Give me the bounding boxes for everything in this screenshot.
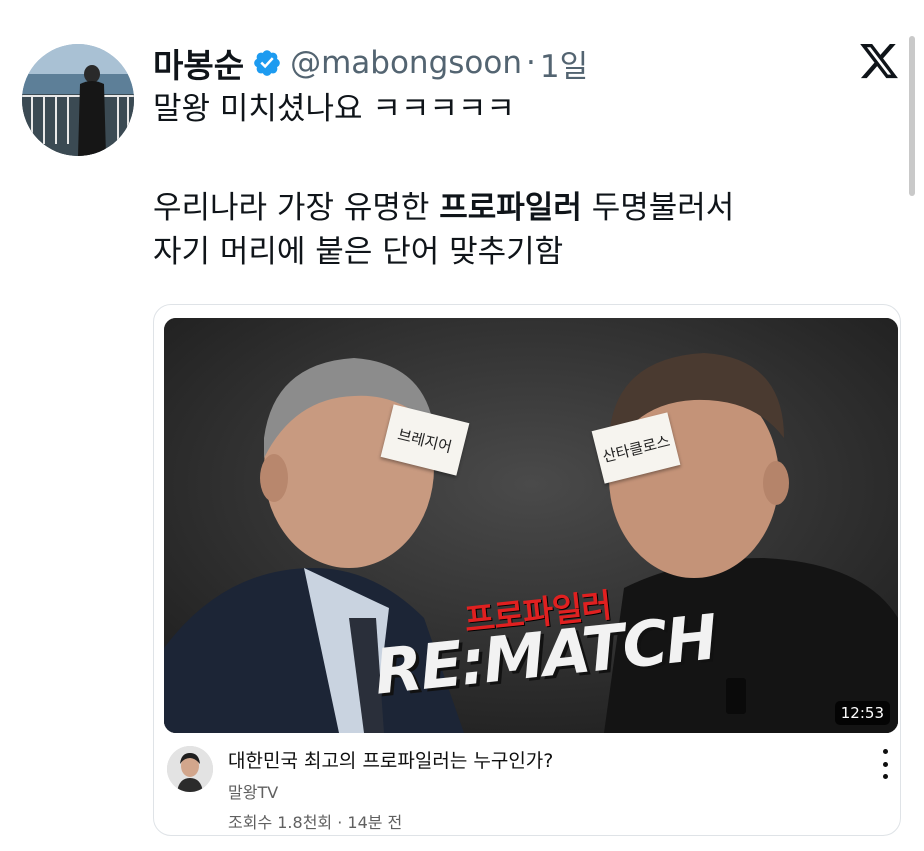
tweet-header: 마봉순 @mabongsoon · 1일 [153,40,588,86]
tweet-text-plain-2: 두명불러서 [581,190,735,226]
tweet-text-bold: 프로파일러 [439,190,582,226]
video-duration: 12:53 [834,701,890,725]
separator-dot: · [526,45,536,81]
tweet-text-plain: 우리나라 가장 유명한 [153,190,440,226]
kebab-dot [882,761,888,767]
x-logo-icon[interactable] [858,40,900,82]
scrollbar[interactable] [909,36,915,196]
tweet-text-line2: 우리나라 가장 유명한 프로파일러 두명불러서 [153,188,734,228]
tweet-text-line3: 자기 머리에 붙은 단어 맞추기함 [153,234,564,270]
video-title[interactable]: 대한민국 최고의 프로파일러는 누구인가? [228,746,553,773]
kebab-dot [882,749,888,754]
tweet-timestamp[interactable]: 1일 [540,41,588,86]
kebab-dot [882,774,888,779]
avatar-image [22,44,134,156]
author-name[interactable]: 마봉순 [153,39,244,87]
channel-avatar[interactable] [167,746,213,792]
youtube-card[interactable]: 브레지어 산타클로스 프로파일러 RE:MATCH 12:53 대한민국 최고의… [153,304,901,836]
video-meta: 조회수 1.8천회 · 14분 전 [228,813,403,832]
channel-avatar-image [167,746,213,792]
tweet-text-line1: 말왕 미치셨나요 ㅋㅋㅋㅋㅋ [153,91,515,127]
verified-badge-icon [254,50,280,76]
more-vertical-icon[interactable] [876,749,894,779]
author-handle[interactable]: @mabongsoon [290,45,522,81]
video-thumbnail[interactable]: 브레지어 산타클로스 프로파일러 RE:MATCH 12:53 [164,318,898,733]
author-avatar[interactable] [22,44,134,156]
channel-name[interactable]: 말왕TV [228,779,278,803]
